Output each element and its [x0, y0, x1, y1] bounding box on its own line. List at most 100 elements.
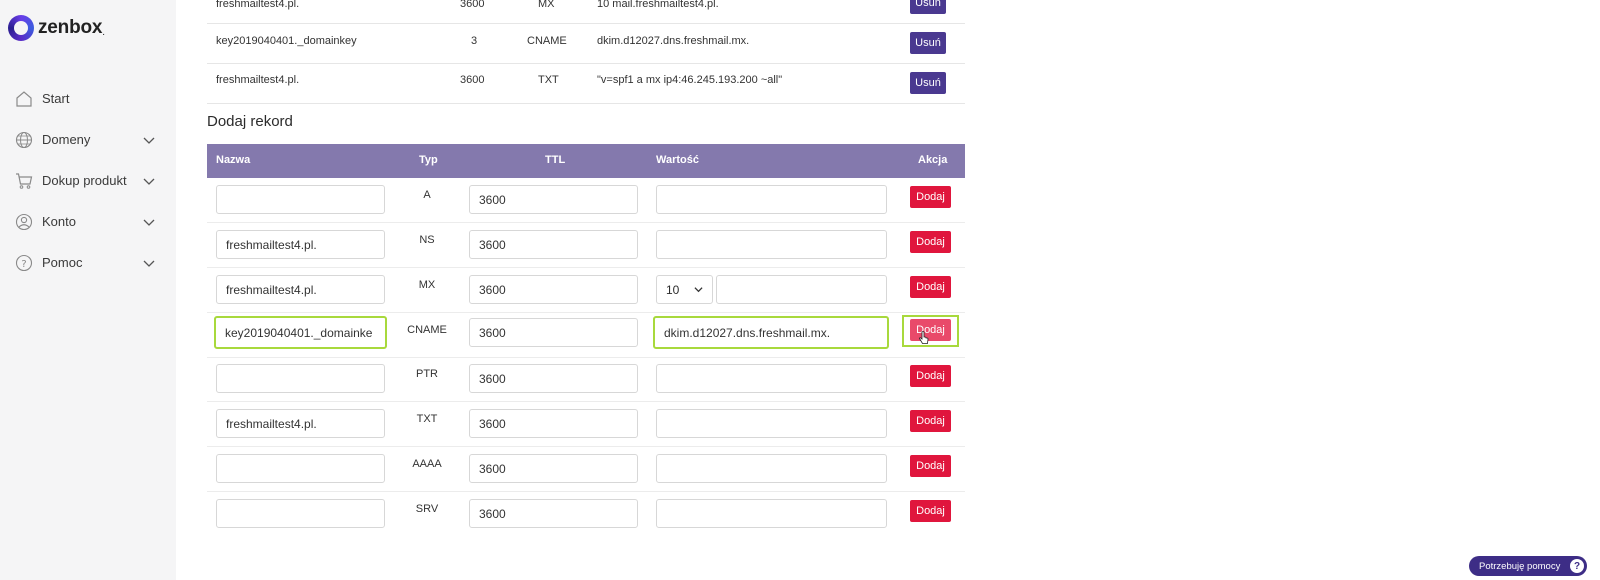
record-type-label: AAAA — [412, 458, 442, 470]
help-button[interactable]: Potrzebuję pomocy ? — [1469, 556, 1587, 576]
sidebar-item-label: Pomoc — [42, 255, 83, 270]
add-record-row-txt: freshmailtest4.pl. TXT 3600 Dodaj — [207, 402, 965, 447]
sidebar-item-label: Domeny — [42, 132, 91, 147]
add-button[interactable]: Dodaj — [910, 231, 951, 253]
record-ttl: 3600 — [460, 74, 485, 86]
value-input[interactable] — [716, 275, 887, 304]
record-ttl: 3600 — [460, 0, 485, 10]
record-type: TXT — [538, 74, 559, 86]
chevron-down-icon — [143, 219, 155, 226]
add-record-row-ptr: PTR 3600 Dodaj — [207, 357, 965, 402]
sidebar-item-domeny[interactable]: Domeny — [0, 119, 176, 160]
name-input[interactable]: freshmailtest4.pl. — [216, 275, 385, 304]
ttl-input[interactable]: 3600 — [469, 454, 638, 483]
table-header: Nazwa Typ TTL Wartość Akcja — [207, 144, 965, 178]
chevron-down-icon — [143, 260, 155, 267]
add-button[interactable]: Dodaj — [910, 455, 951, 477]
brand-name: zenbox — [38, 17, 103, 38]
value-input[interactable] — [656, 409, 887, 438]
value-input[interactable] — [656, 230, 887, 259]
record-type-label: CNAME — [407, 324, 447, 336]
record-type-label: A — [423, 189, 431, 201]
sidebar-item-start[interactable]: Start — [0, 78, 176, 119]
value-input[interactable]: dkim.d12027.dns.freshmail.mx. — [653, 316, 889, 349]
sidebar: zenbox. Start Domeny Dokup produkt Konto… — [0, 0, 176, 580]
question-icon: ? — [15, 254, 33, 272]
ttl-input[interactable]: 3600 — [469, 185, 638, 214]
record-ttl: 3 — [471, 35, 478, 47]
record-type-label: SRV — [415, 503, 439, 515]
record-name: key2019040401._domainkey — [216, 35, 357, 47]
chevron-down-icon — [143, 178, 155, 185]
brand-suffix: . — [102, 26, 106, 38]
name-input[interactable]: freshmailtest4.pl. — [216, 409, 385, 438]
sidebar-item-konto[interactable]: Konto — [0, 201, 176, 242]
ttl-input[interactable]: 3600 — [469, 230, 638, 259]
svg-text:?: ? — [21, 259, 26, 270]
record-type: CNAME — [527, 35, 567, 47]
priority-value: 10 — [666, 282, 680, 297]
record-value: 10 mail.freshmailtest4.pl. — [597, 0, 719, 10]
add-button[interactable]: Dodaj — [910, 186, 951, 208]
record-value: dkim.d12027.dns.freshmail.mx. — [597, 35, 750, 47]
add-button[interactable]: Dodaj — [910, 276, 951, 298]
add-button[interactable]: Dodaj — [910, 410, 951, 432]
record-type-label: NS — [419, 234, 435, 246]
sidebar-item-pomoc[interactable]: ? Pomoc — [0, 242, 176, 283]
header-ttl: TTL — [545, 154, 566, 166]
sidebar-nav: Start Domeny Dokup produkt Konto ? Pomoc — [0, 78, 176, 283]
record-name: freshmailtest4.pl. — [216, 0, 300, 10]
value-input[interactable] — [656, 364, 887, 393]
ttl-input[interactable]: 3600 — [469, 364, 638, 393]
value-input[interactable] — [656, 499, 887, 528]
sidebar-item-label: Konto — [42, 214, 76, 229]
value-input[interactable] — [656, 454, 887, 483]
record-type: MX — [538, 0, 555, 10]
header-nazwa: Nazwa — [216, 154, 251, 166]
question-icon: ? — [1570, 559, 1584, 573]
home-icon — [15, 90, 33, 108]
add-record-row-mx: freshmailtest4.pl. MX 3600 10 Dodaj — [207, 268, 965, 313]
record-value: "v=spf1 a mx ip4:46.245.193.200 ~all" — [597, 74, 783, 86]
name-input[interactable] — [216, 185, 385, 214]
ttl-input[interactable]: 3600 — [469, 275, 638, 304]
add-button[interactable]: Dodaj — [910, 365, 951, 387]
cart-icon — [15, 172, 33, 190]
pointer-cursor-icon — [919, 331, 929, 344]
add-record-row-srv: SRV 3600 Dodaj — [207, 492, 965, 537]
add-record-row-aaaa: AAAA 3600 Dodaj — [207, 447, 965, 492]
ttl-input[interactable]: 3600 — [469, 318, 638, 347]
add-button[interactable]: Dodaj — [910, 500, 951, 522]
name-input[interactable] — [216, 364, 385, 393]
delete-button[interactable]: Usuń — [910, 72, 946, 94]
record-type-label: PTR — [416, 368, 438, 380]
add-record-row-ns: freshmailtest4.pl. NS 3600 Dodaj — [207, 223, 965, 268]
name-input[interactable] — [216, 499, 385, 528]
sidebar-item-label: Start — [42, 91, 70, 106]
sidebar-item-label: Dokup produkt — [42, 173, 127, 188]
table-row: freshmailtest4.pl. 3600 MX 10 mail.fresh… — [207, 0, 965, 24]
section-title: Dodaj rekord — [207, 113, 293, 130]
delete-button[interactable]: Usuń — [910, 0, 946, 14]
logo[interactable]: zenbox. — [8, 15, 105, 41]
header-typ: Typ — [419, 154, 438, 166]
record-type-label: TXT — [416, 413, 438, 425]
header-akcja: Akcja — [918, 154, 948, 166]
sidebar-item-dokup-produkt[interactable]: Dokup produkt — [0, 160, 176, 201]
value-input[interactable] — [656, 185, 887, 214]
zenbox-logo-icon — [8, 15, 34, 41]
name-input[interactable]: freshmailtest4.pl. — [216, 230, 385, 259]
table-row: key2019040401._domainkey 3 CNAME dkim.d1… — [207, 24, 965, 64]
chevron-down-icon — [694, 287, 703, 293]
ttl-input[interactable]: 3600 — [469, 409, 638, 438]
add-record-row-cname: key2019040401._domainke CNAME 3600 dkim.… — [207, 313, 965, 358]
name-input[interactable] — [216, 454, 385, 483]
priority-select[interactable]: 10 — [656, 275, 713, 304]
delete-button[interactable]: Usuń — [910, 32, 946, 54]
table-row: freshmailtest4.pl. 3600 TXT "v=spf1 a mx… — [207, 64, 965, 104]
record-name: freshmailtest4.pl. — [216, 74, 300, 86]
name-input[interactable]: key2019040401._domainke — [214, 316, 387, 349]
ttl-input[interactable]: 3600 — [469, 499, 638, 528]
header-wartosc: Wartość — [656, 154, 699, 166]
add-button[interactable]: Dodaj — [910, 319, 951, 341]
